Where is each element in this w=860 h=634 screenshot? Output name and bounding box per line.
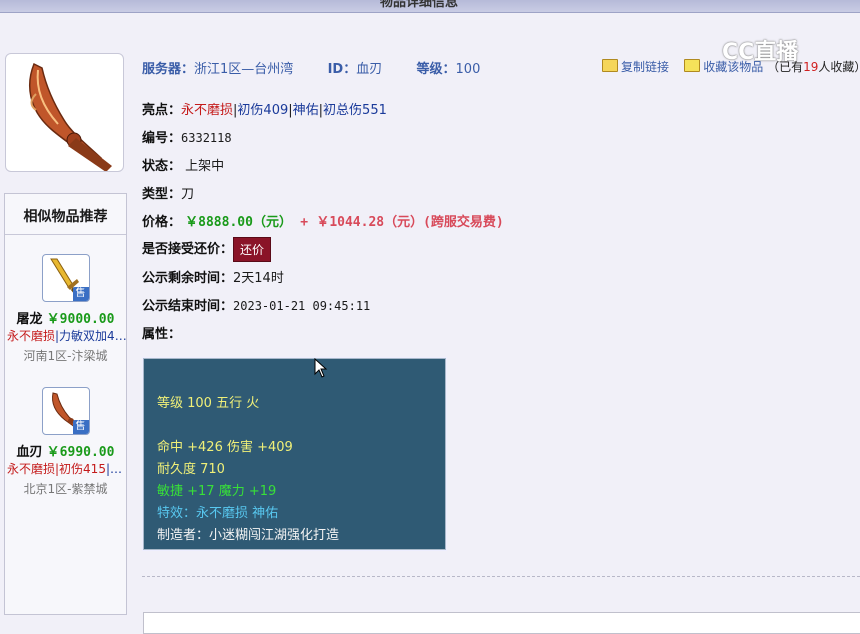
similar-items-sidebar: 相似物品推荐 售 屠龙 ￥9000.00 永不磨损|力敏双加4… 河南1区-汴梁…	[4, 193, 127, 615]
similar-item-tag-red: 永不磨损	[7, 329, 56, 343]
similar-item-tag-red: 永不磨损|初伤415	[7, 462, 106, 476]
section-divider	[142, 576, 860, 577]
end-time-row: 公示结束时间：2023-01-21 09:45:11	[142, 295, 370, 314]
type-row: 类型：刀	[142, 183, 194, 202]
server-label: 服务器：	[142, 62, 195, 77]
sell-tag: 售	[72, 287, 89, 301]
highlight-0: 永不磨损	[181, 103, 234, 118]
level-value: 100	[455, 62, 481, 77]
similar-item-tag-rest: |力敏双加4…	[55, 329, 126, 343]
price-plus: +	[300, 215, 309, 230]
type-value: 刀	[181, 187, 195, 202]
similar-item-server: 河南1区-汴梁城	[23, 349, 108, 363]
attr-hit-damage: 命中 +426 伤害 +409	[157, 440, 293, 455]
fav-prefix: （已有	[767, 60, 804, 74]
attr-special-effect: 特效：永不磨损 神佑	[157, 506, 279, 521]
mouse-cursor-icon	[314, 358, 328, 378]
status-label: 状态：	[142, 159, 182, 174]
price-label: 价格：	[142, 215, 182, 230]
favorite-button[interactable]: 收藏该物品	[684, 59, 764, 74]
copy-link-button[interactable]: 复制链接	[602, 59, 670, 74]
highlight-1: 初伤409	[237, 103, 289, 118]
attributes-panel: 等级 100 五行 火 命中 +426 伤害 +409 耐久度 710 敏捷 +…	[143, 358, 446, 550]
highlights-row: 亮点：永不磨损|初伤409|神佑|初总伤551	[142, 103, 387, 118]
status-row: 状态： 上架中	[142, 155, 224, 174]
similar-item-price: ￥9000.00	[46, 312, 115, 327]
serial-label: 编号：	[142, 131, 182, 146]
similar-item-title: 屠龙 ￥9000.00	[5, 308, 126, 327]
page-title: 物品详细信息	[380, 0, 459, 10]
copy-link-label: 复制链接	[621, 60, 670, 74]
similar-item-tags: 永不磨损|初伤415|…	[5, 460, 126, 477]
similar-items-title: 相似物品推荐	[5, 194, 126, 235]
highlights-label: 亮点：	[142, 103, 182, 118]
price-value: ￥8888.00（元）	[185, 215, 292, 230]
similar-item-name: 血刃	[16, 445, 43, 460]
attributes-label-row: 属性：	[142, 323, 181, 342]
attr-agility-magic: 敏捷 +17 魔力 +19	[157, 484, 277, 499]
favorite-count-text: （已有19人收藏）	[767, 60, 860, 74]
attr-durability: 耐久度 710	[157, 462, 225, 477]
similar-item-name: 屠龙	[16, 312, 43, 327]
type-label: 类型：	[142, 187, 182, 202]
similar-item-server: 北京1区-紫禁城	[23, 482, 108, 496]
favorite-label: 收藏该物品	[703, 60, 764, 74]
cross-server-fee: ￥1044.28（元）(跨服交易费)	[316, 215, 504, 230]
price-row: 价格： ￥8888.00（元） + ￥1044.28（元）(跨服交易费)	[142, 211, 504, 230]
similar-item-thumbnail[interactable]: 售	[41, 387, 90, 435]
item-actions: 复制链接 收藏该物品 （已有19人收藏）	[602, 58, 860, 75]
serial-value: 6332118	[181, 131, 232, 145]
sell-tag: 售	[72, 420, 89, 434]
attr-maker: 制造者：小迷糊闯江湖强化打造	[157, 528, 340, 543]
similar-item-card[interactable]: 售 屠龙 ￥9000.00 永不磨损|力敏双加4… 河南1区-汴梁城	[5, 254, 126, 364]
status-value: 上架中	[185, 159, 225, 174]
highlight-3: 初总伤551	[323, 103, 387, 118]
remaining-time-label: 公示剩余时间：	[142, 271, 234, 286]
item-image	[5, 53, 124, 172]
attributes-label: 属性：	[142, 327, 182, 342]
window-title-bar: 物品详细信息	[0, 0, 860, 13]
remaining-time-row: 公示剩余时间：2天14时	[142, 267, 284, 286]
blade-icon	[28, 62, 112, 172]
similar-item-title: 血刃 ￥6990.00	[5, 441, 126, 460]
similar-item-tag-rest: |…	[105, 462, 122, 476]
level-label: 等级：	[416, 62, 456, 77]
counter-offer-button[interactable]: 还价	[233, 237, 272, 262]
similar-item-card[interactable]: 售 血刃 ￥6990.00 永不磨损|初伤415|… 北京1区-紫禁城	[5, 387, 126, 497]
favorite-icon	[684, 59, 701, 72]
attr-level-element: 等级 100 五行 火	[157, 396, 260, 411]
copy-link-icon	[602, 59, 618, 72]
end-time-label: 公示结束时间：	[142, 299, 234, 314]
similar-item-thumbnail[interactable]: 售	[41, 254, 90, 302]
id-label: ID：	[327, 62, 357, 77]
similar-item-tags: 永不磨损|力敏双加4…	[5, 327, 126, 344]
end-time-value: 2023-01-21 09:45:11	[233, 299, 371, 313]
counter-offer-label: 是否接受还价：	[142, 242, 234, 257]
highlight-2: 神佑	[292, 103, 319, 118]
similar-item-price: ￥6990.00	[46, 445, 115, 460]
counter-offer-row: 是否接受还价： 还价	[142, 237, 272, 262]
bottom-panel	[143, 612, 860, 634]
server-value: 浙江1区—台州湾	[194, 62, 294, 77]
id-value: 血刃	[356, 62, 383, 77]
remaining-time-value: 2天14时	[233, 271, 284, 286]
serial-row: 编号：6332118	[142, 127, 232, 146]
fav-count: 19	[803, 60, 819, 74]
fav-suffix: 人收藏）	[818, 60, 860, 74]
